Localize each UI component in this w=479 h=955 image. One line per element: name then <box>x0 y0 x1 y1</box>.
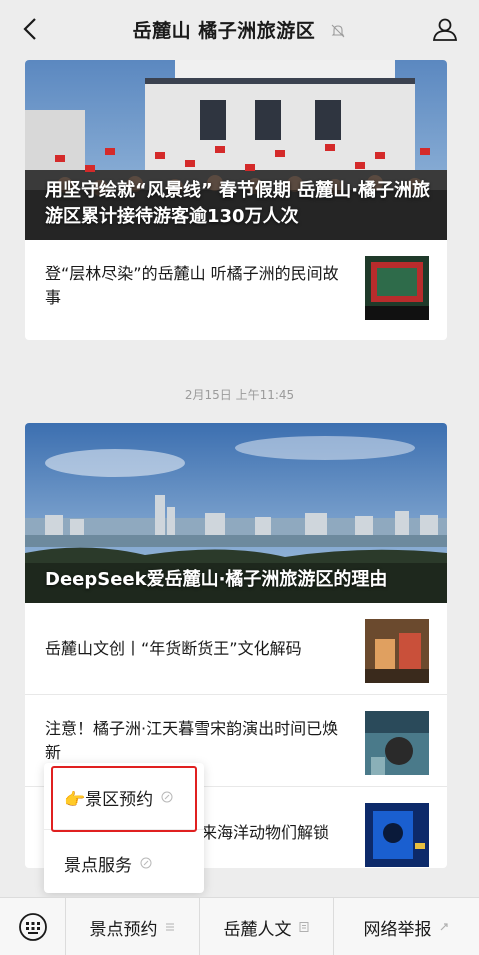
bottom-menu-bar: 景点预约 岳麓人文 网络举报 <box>0 897 479 955</box>
menu-attraction-booking[interactable]: 景点预约 <box>66 898 200 955</box>
menu-label: 网络举报 <box>363 919 432 940</box>
mute-bell-icon <box>331 24 345 38</box>
submenu-lines-icon <box>165 923 174 931</box>
message-timestamp: 2月15日 上午11:45 <box>184 388 295 402</box>
sub-item-title: 登“层林尽染”的岳麓山 听橘子洲的民间故事 <box>45 264 339 307</box>
article-1-cover-title: 用坚守绘就“风景线” 春节假期 岳麓山·橘子洲旅游区累计接待游客逾130万人次 <box>45 180 431 227</box>
sub-item-title: 岳麓山文创丨“年货断货王”文化解码 <box>45 638 302 658</box>
keyboard-icon <box>18 913 47 941</box>
menu-label: 岳麓人文 <box>223 919 292 940</box>
popup-item-attraction-service[interactable]: 景点服务 <box>44 833 204 893</box>
article-card-1[interactable]: 用坚守绘就“风景线” 春节假期 岳麓山·橘子洲旅游区累计接待游客逾130万人次 … <box>25 60 447 340</box>
article-2-cover[interactable]: DeepSeek爱岳麓山·橘子洲旅游区的理由 <box>25 423 447 603</box>
highlight-box <box>51 766 197 832</box>
chat-title-text: 岳麓山 橘子洲旅游区 <box>132 20 316 42</box>
sub-item-thumbnail <box>365 803 429 867</box>
popup-item-label: 景点服务 <box>64 855 132 876</box>
chat-title: 岳麓山 橘子洲旅游区 <box>0 16 479 43</box>
article-1-sub-item[interactable]: 登“层林尽染”的岳麓山 听橘子洲的民间故事 <box>25 240 447 332</box>
top-nav-bar: 岳麓山 橘子洲旅游区 <box>0 0 479 58</box>
keyboard-toggle-button[interactable] <box>0 898 66 955</box>
profile-icon[interactable] <box>431 15 459 43</box>
sub-item-thumbnail <box>365 711 429 775</box>
sub-item-thumbnail <box>365 256 429 320</box>
menu-label: 景点预约 <box>89 919 158 940</box>
menu-yuelu-culture[interactable]: 岳麓人文 <box>200 898 334 955</box>
article-2-cover-title: DeepSeek爱岳麓山·橘子洲旅游区的理由 <box>45 569 388 590</box>
article-icon <box>299 922 308 932</box>
article-2-sub-item-1[interactable]: 岳麓山文创丨“年货断货王”文化解码 <box>25 603 447 695</box>
link-icon <box>440 923 448 931</box>
article-1-cover[interactable]: 用坚守绘就“风景线” 春节假期 岳麓山·橘子洲旅游区累计接待游客逾130万人次 <box>25 60 447 240</box>
mini-program-icon <box>140 857 152 869</box>
sub-item-title: 丨来海洋动物们解锁 <box>185 823 330 842</box>
sub-item-thumbnail <box>365 619 429 683</box>
menu-online-report[interactable]: 网络举报 <box>334 898 479 955</box>
